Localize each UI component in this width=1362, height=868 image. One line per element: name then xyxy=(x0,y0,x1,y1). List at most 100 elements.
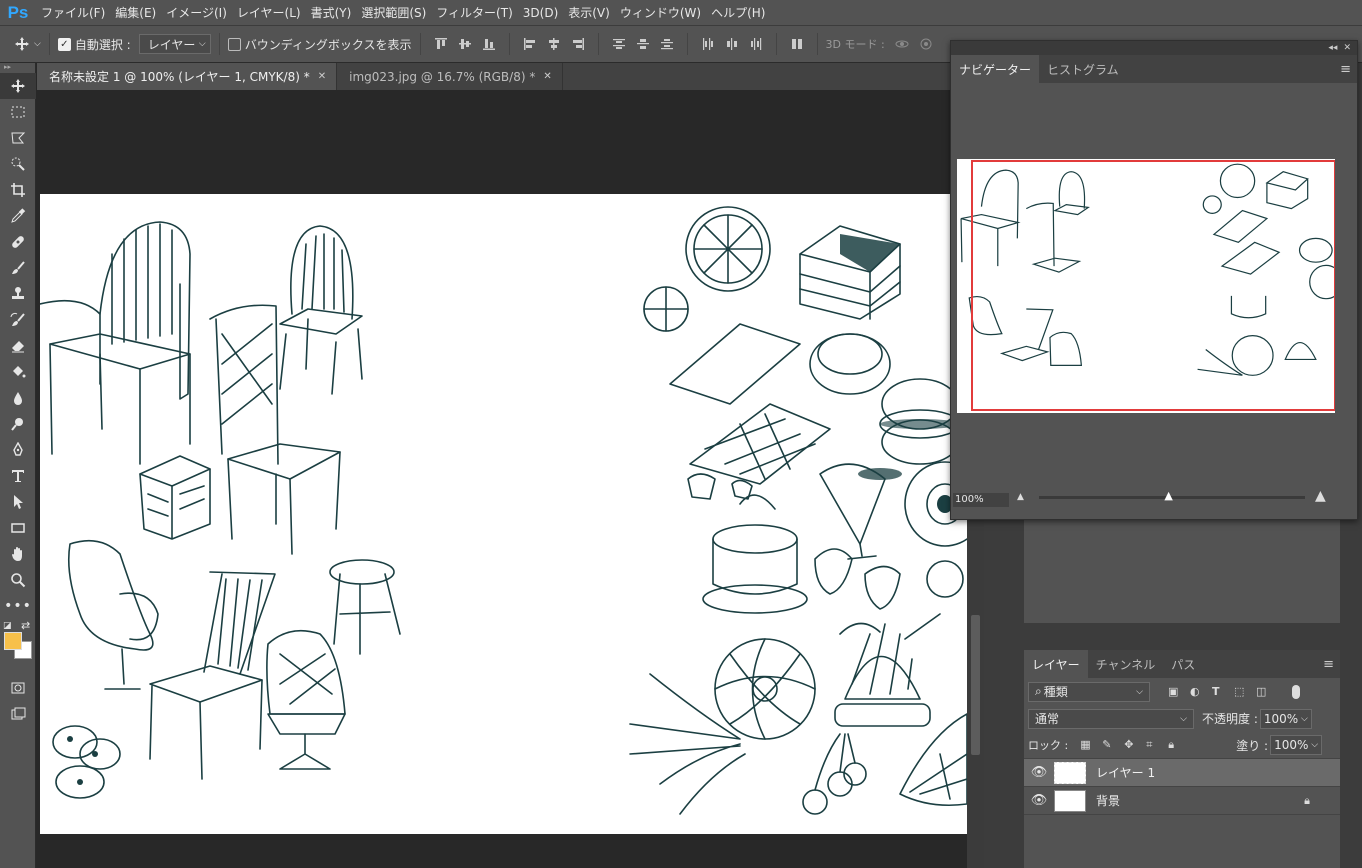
menu-select[interactable]: 選択範囲(S) xyxy=(356,4,431,21)
pen-tool[interactable] xyxy=(0,437,36,463)
crop-tool[interactable] xyxy=(0,177,36,203)
stamp-tool[interactable] xyxy=(0,281,36,307)
auto-align-icon[interactable] xyxy=(790,37,804,51)
panel-menu-icon[interactable]: ≡ xyxy=(1340,62,1351,77)
align-bottom-icon[interactable] xyxy=(482,37,496,51)
blur-tool[interactable] xyxy=(0,385,36,411)
shape-filter-icon[interactable]: ⬚ xyxy=(1234,685,1248,699)
tab-histogram[interactable]: ヒストグラム xyxy=(1039,55,1127,83)
eyedropper-tool[interactable] xyxy=(0,203,36,229)
path-select-tool[interactable] xyxy=(0,489,36,515)
layer-row[interactable]: 👁︎ 背景 🔒︎ xyxy=(1024,787,1340,815)
lock-position-icon[interactable]: ✥ xyxy=(1124,738,1138,752)
eraser-tool[interactable] xyxy=(0,333,36,359)
eye-icon[interactable]: 👁︎ xyxy=(1024,793,1054,808)
fill-field[interactable]: 100% ⌵ xyxy=(1270,735,1323,755)
document-tab-active[interactable]: 名称未設定 1 @ 100% (レイヤー 1, CMYK/8) * ✕ xyxy=(37,63,338,90)
document-tab[interactable]: img023.jpg @ 16.7% (RGB/8) * ✕ xyxy=(337,63,563,90)
zoom-out-icon[interactable]: ▲ xyxy=(1017,492,1024,502)
smart-object-filter-icon[interactable]: ◫ xyxy=(1256,685,1270,699)
close-icon[interactable]: ✕ xyxy=(1343,43,1351,53)
navigator-preview[interactable] xyxy=(957,159,1335,413)
lasso-tool[interactable] xyxy=(0,125,36,151)
auto-select-checkbox[interactable]: ✓ xyxy=(57,37,71,51)
opacity-field[interactable]: 100% ⌵ xyxy=(1259,708,1312,729)
dodge-tool[interactable] xyxy=(0,411,36,437)
menu-filter[interactable]: フィルター(T) xyxy=(431,4,517,21)
screen-mode-button[interactable] xyxy=(0,701,36,727)
collapse-icon[interactable]: ◂◂ xyxy=(1328,43,1337,53)
menu-layer[interactable]: レイヤー(L) xyxy=(232,4,306,21)
menu-view[interactable]: 表示(V) xyxy=(563,4,615,21)
close-icon[interactable]: ✕ xyxy=(543,71,551,82)
blend-mode-dropdown[interactable]: 通常 ⌵ xyxy=(1028,708,1194,729)
menu-edit[interactable]: 編集(E) xyxy=(110,4,161,21)
swap-colors-icon[interactable]: ⇄ xyxy=(21,619,30,632)
lock-transparent-icon[interactable]: ▦ xyxy=(1080,738,1094,752)
navigator-zoom-slider[interactable]: ▲ xyxy=(1039,490,1305,501)
document-canvas[interactable] xyxy=(40,194,967,834)
tab-channels[interactable]: チャンネル xyxy=(1088,650,1164,678)
3d-roll-icon[interactable] xyxy=(919,37,933,51)
eye-icon[interactable]: 👁︎ xyxy=(1024,765,1054,780)
marquee-tool[interactable] xyxy=(0,99,36,125)
menu-file[interactable]: ファイル(F) xyxy=(36,4,110,21)
align-hcenter-icon[interactable] xyxy=(547,37,561,51)
rectangle-tool[interactable] xyxy=(0,515,36,541)
distribute-top-icon[interactable] xyxy=(612,37,626,51)
healing-tool[interactable] xyxy=(0,229,36,255)
move-tool-preset-icon[interactable]: ⌵ xyxy=(14,36,41,52)
align-vcenter-icon[interactable] xyxy=(458,37,472,51)
align-top-icon[interactable] xyxy=(434,37,448,51)
collapse-toolbar-icon[interactable]: ▸▸ xyxy=(0,63,35,73)
pixel-filter-icon[interactable]: ▣ xyxy=(1168,685,1182,699)
align-left-icon[interactable] xyxy=(523,37,537,51)
distribute-left-icon[interactable] xyxy=(701,37,715,51)
scrollbar-thumb[interactable] xyxy=(971,615,980,755)
distribute-right-icon[interactable] xyxy=(749,37,763,51)
adjustment-filter-icon[interactable]: ◐ xyxy=(1190,685,1204,699)
hand-tool[interactable] xyxy=(0,541,36,567)
type-filter-icon[interactable]: T xyxy=(1212,685,1226,699)
type-tool[interactable] xyxy=(0,463,36,489)
more-tools-button[interactable]: ••• xyxy=(0,593,36,619)
distribute-hcenter-icon[interactable] xyxy=(725,37,739,51)
auto-select-target-dropdown[interactable]: レイヤー ⌵ xyxy=(138,34,211,54)
navigator-view-rectangle[interactable] xyxy=(971,160,1335,411)
paint-bucket-tool[interactable] xyxy=(0,359,36,385)
lock-artboard-icon[interactable]: ⌗ xyxy=(1146,738,1160,752)
filter-toggle-icon[interactable] xyxy=(1292,684,1300,699)
zoom-tool[interactable] xyxy=(0,567,36,593)
3d-orbit-icon[interactable] xyxy=(895,37,909,51)
move-tool[interactable] xyxy=(0,73,36,99)
distribute-vcenter-icon[interactable] xyxy=(636,37,650,51)
menu-3d[interactable]: 3D(D) xyxy=(518,6,563,20)
lock-all-icon[interactable]: 🔒︎ xyxy=(1168,738,1182,752)
foreground-color-swatch[interactable] xyxy=(4,632,22,650)
menu-type[interactable]: 書式(Y) xyxy=(306,4,357,21)
bounding-box-checkbox[interactable] xyxy=(227,37,241,51)
brush-tool[interactable] xyxy=(0,255,36,281)
default-colors-icon[interactable]: ◪ xyxy=(3,621,12,631)
tab-navigator[interactable]: ナビゲーター xyxy=(951,55,1040,83)
tab-layers[interactable]: レイヤー xyxy=(1024,650,1088,678)
lock-image-icon[interactable]: ✎ xyxy=(1102,738,1116,752)
quick-mask-button[interactable] xyxy=(0,675,36,701)
panel-titlebar[interactable]: ◂◂ ✕ xyxy=(951,41,1357,55)
document-workspace[interactable] xyxy=(37,90,967,868)
zoom-in-icon[interactable]: ▲ xyxy=(1315,488,1326,504)
align-right-icon[interactable] xyxy=(571,37,585,51)
layer-row[interactable]: 👁︎ レイヤー 1 xyxy=(1024,759,1340,787)
distribute-bottom-icon[interactable] xyxy=(660,37,674,51)
history-brush-tool[interactable] xyxy=(0,307,36,333)
menu-help[interactable]: ヘルプ(H) xyxy=(706,4,770,21)
menu-image[interactable]: イメージ(I) xyxy=(161,4,232,21)
layer-kind-filter[interactable]: ⌕ 種類 ⌵ xyxy=(1028,681,1150,702)
quick-select-tool[interactable] xyxy=(0,151,36,177)
menu-window[interactable]: ウィンドウ(W) xyxy=(615,4,706,21)
navigator-zoom-field[interactable]: 100% xyxy=(953,493,1009,507)
tab-paths[interactable]: パス xyxy=(1163,650,1203,678)
close-icon[interactable]: ✕ xyxy=(318,71,326,82)
panel-menu-icon[interactable]: ≡ xyxy=(1323,657,1334,672)
slider-knob[interactable]: ▲ xyxy=(1164,490,1174,501)
